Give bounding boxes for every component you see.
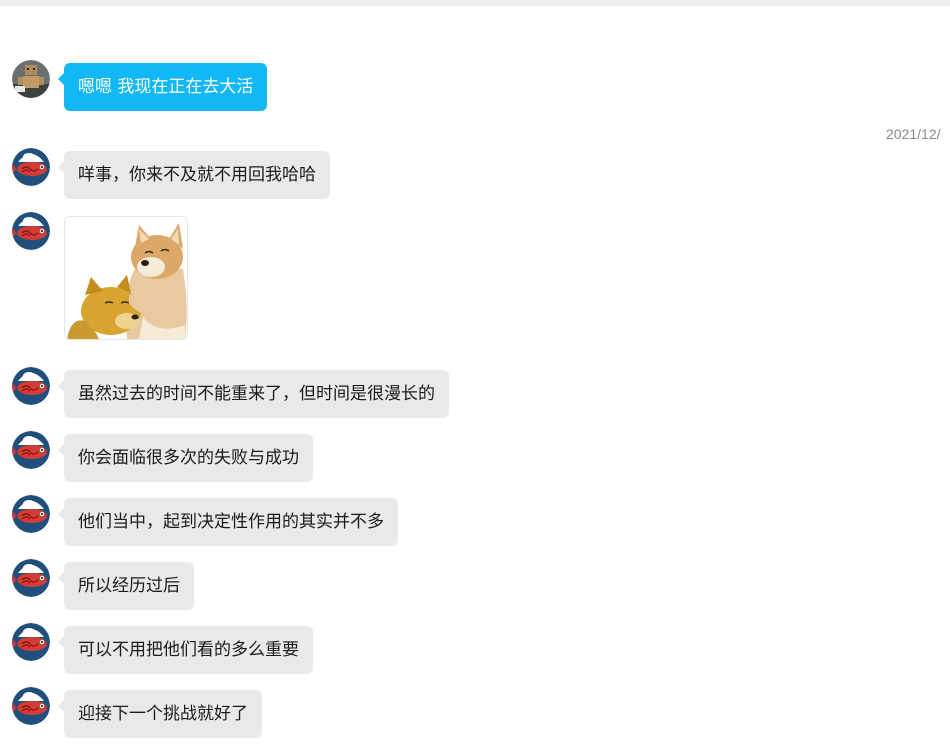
message-bubble-friend[interactable]: 虽然过去的时间不能重来了，但时间是很漫长的: [58, 370, 449, 418]
message-bubble-self[interactable]: 嗯嗯 我现在正在去大活: [57, 63, 268, 111]
message-bubble-friend[interactable]: 所以经历过后: [58, 562, 194, 610]
message-row: 所以经历过后: [12, 559, 194, 610]
message-row: 迎接下一个挑战就好了: [12, 687, 262, 738]
message-row: 可以不用把他们看的多么重要: [12, 623, 313, 674]
message-bubble-friend[interactable]: 迎接下一个挑战就好了: [58, 690, 262, 738]
message-row: 虽然过去的时间不能重来了，但时间是很漫长的: [12, 367, 449, 418]
message-row: 咩事，你来不及就不用回我哈哈: [12, 148, 330, 199]
timestamp: 2021/12/: [886, 126, 941, 142]
message-row: 他们当中，起到决定性作用的其实并不多: [12, 495, 398, 546]
avatar-friend-icon[interactable]: [12, 559, 50, 597]
message-bubble-friend[interactable]: 他们当中，起到决定性作用的其实并不多: [58, 498, 398, 546]
message-bubble-friend[interactable]: 你会面临很多次的失败与成功: [58, 434, 313, 482]
avatar-friend-icon[interactable]: [12, 431, 50, 469]
chat-window: 嗯嗯 我现在正在去大活 2021/12/ 咩事，你来不及就不用回我哈哈 虽然过去…: [0, 0, 950, 750]
doge-hug-sticker-image[interactable]: [64, 216, 188, 340]
message-bubble-friend[interactable]: 咩事，你来不及就不用回我哈哈: [58, 151, 330, 199]
avatar-self-icon[interactable]: [12, 60, 50, 98]
message-bubble-friend[interactable]: 可以不用把他们看的多么重要: [58, 626, 313, 674]
top-strip: [0, 0, 950, 6]
avatar-friend-icon[interactable]: [12, 148, 50, 186]
message-row: [12, 212, 188, 340]
message-row: 嗯嗯 我现在正在去大活: [12, 60, 268, 111]
avatar-friend-icon[interactable]: [12, 495, 50, 533]
avatar-friend-icon[interactable]: [12, 687, 50, 725]
avatar-friend-icon[interactable]: [12, 367, 50, 405]
message-row: 你会面临很多次的失败与成功: [12, 431, 313, 482]
avatar-friend-icon[interactable]: [12, 623, 50, 661]
avatar-friend-icon[interactable]: [12, 212, 50, 250]
